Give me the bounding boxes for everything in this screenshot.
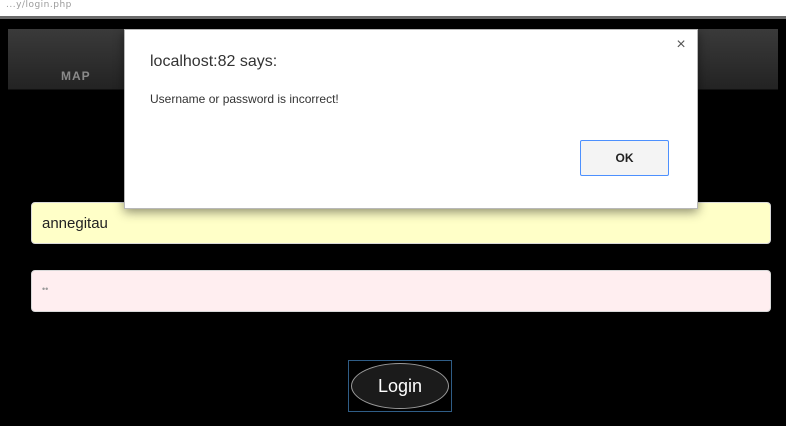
ok-button[interactable]: OK [580,140,669,176]
alert-message: Username or password is incorrect! [150,92,339,106]
alert-title: localhost:82 says: [150,53,278,70]
login-button-focus-ring: Login [348,360,452,412]
url-fragment: ...y/login.php [6,0,72,10]
alert-dialog: localhost:82 says: Username or password … [124,29,698,209]
login-button[interactable]: Login [351,363,449,409]
browser-url-strip: ...y/login.php [0,0,786,19]
password-value: •• [42,284,49,294]
password-input[interactable]: •• [31,270,771,312]
username-value: annegitau [42,215,108,232]
nav-item-map[interactable]: MAP [61,69,91,83]
close-icon[interactable]: × [674,37,688,53]
